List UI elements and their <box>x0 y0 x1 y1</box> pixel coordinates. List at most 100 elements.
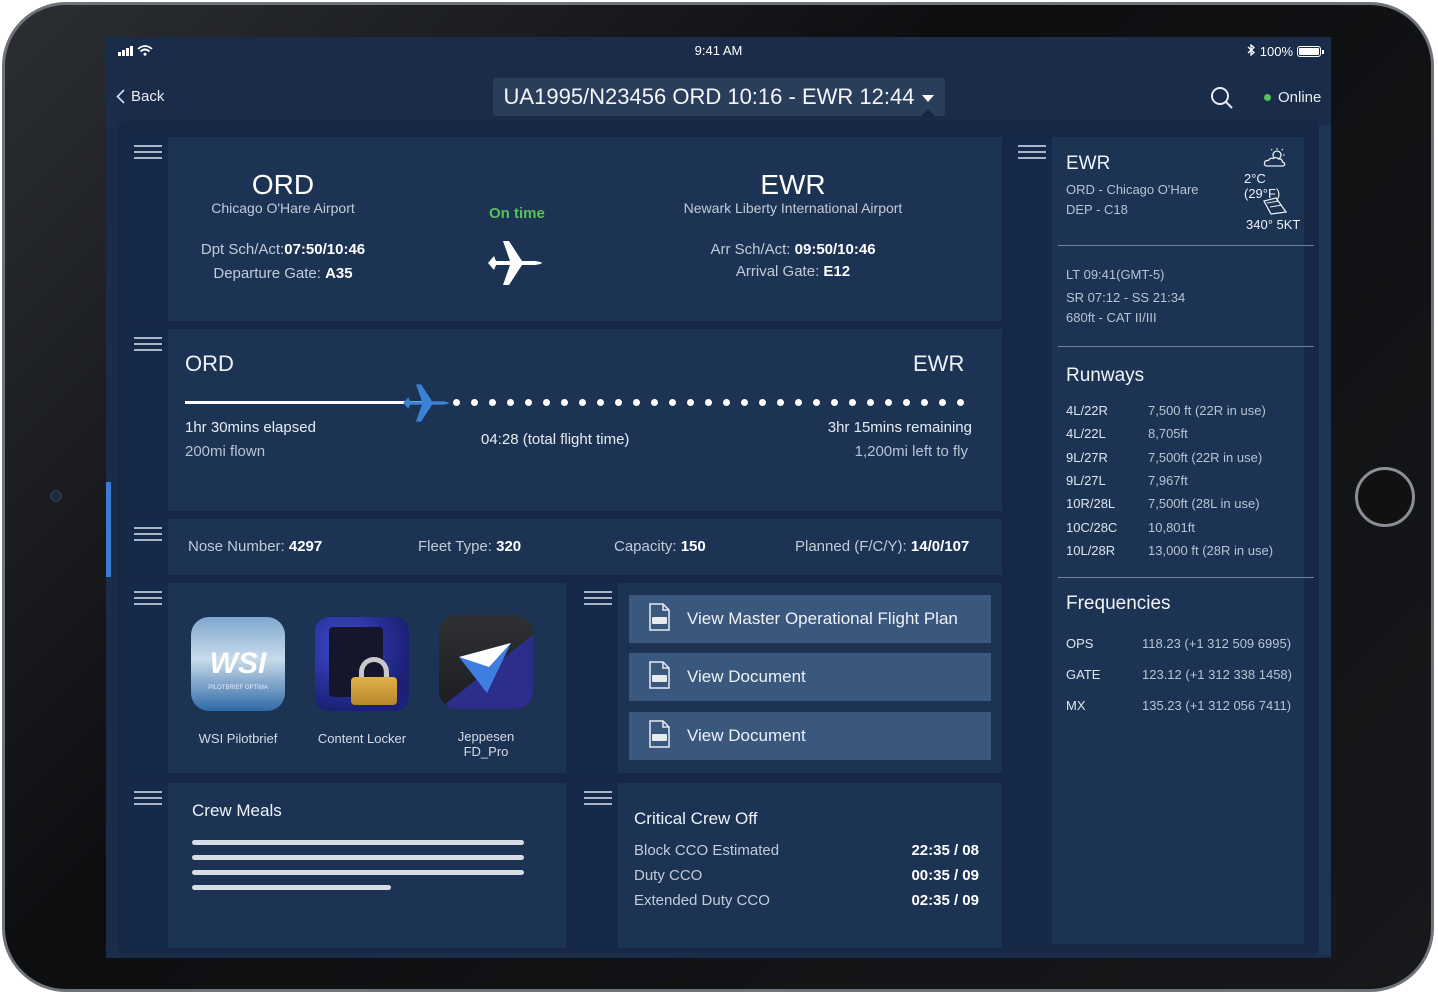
bluetooth-icon <box>1247 43 1256 59</box>
runway-row: 4L/22R 7,500 ft (22R in use) <box>1066 403 1266 418</box>
arrival-times: Arr Sch/Act: 09:50/10:46 <box>673 241 913 258</box>
capacity: Capacity: 150 <box>614 538 706 555</box>
frequency-info: 123.12 (+1 312 338 1458) <box>1142 667 1292 682</box>
back-button[interactable]: Back <box>116 88 164 105</box>
progress-dot <box>704 399 712 406</box>
runway-name: 9L/27R <box>1066 449 1108 465</box>
arr-label: Arr Sch/Act: <box>710 241 791 258</box>
drag-handle[interactable] <box>128 519 168 575</box>
grip-icon <box>134 591 162 605</box>
runways-title: Runways <box>1066 365 1145 386</box>
route-card: ORD Chicago O'Hare Airport Dpt Sch/Act:0… <box>128 137 1002 321</box>
crew-row-value: 02:35 / 09 <box>911 892 979 909</box>
drag-handle[interactable] <box>128 583 168 773</box>
popover-arrow <box>918 109 938 119</box>
critical-crew-card: Critical Crew Off Block CCO Estimated 22:… <box>578 783 1002 948</box>
progress-dot <box>812 399 820 406</box>
runway-info: 10,801ft <box>1148 519 1195 535</box>
grip-icon <box>134 337 162 351</box>
drag-handle[interactable] <box>1012 137 1052 944</box>
runway-name: 10L/28R <box>1066 542 1116 558</box>
grip-icon <box>584 791 612 805</box>
dep-label: Dpt Sch/Act: <box>200 241 285 258</box>
runway-info: 7,500 ft (22R in use) <box>1148 403 1266 418</box>
grip-icon <box>134 145 162 159</box>
arr-value: 09:50/10:46 <box>794 241 876 258</box>
progress-dot <box>650 399 658 406</box>
fleet-type: Fleet Type: 320 <box>418 538 521 555</box>
crew-row: Extended Duty CCO 02:35 / 09 <box>634 892 979 909</box>
runway-info: 13,000 ft (28R in use) <box>1148 542 1274 558</box>
critical-crew-title: Critical Crew Off <box>634 809 758 828</box>
apps-card: WSI PILOTBRIEF OPTIMA WSI Pilotbrief Con… <box>128 583 566 773</box>
app-wsi-pilotbrief[interactable]: WSI PILOTBRIEF OPTIMA WSI Pilotbrief <box>190 617 286 746</box>
jeppesen-icon <box>439 615 533 709</box>
progress-dot <box>830 399 838 406</box>
planned-seats: Planned (F/C/Y): 14/0/107 <box>795 538 969 555</box>
runway-row: 10R/28L 7,500ft (28L in use) <box>1066 496 1260 511</box>
progress-dot <box>506 399 514 406</box>
runway-name: 10C/28C <box>1066 519 1118 535</box>
progress-dot <box>578 399 586 406</box>
runway-name: 10R/28L <box>1066 496 1116 512</box>
crew-row: Duty CCO 00:35 / 09 <box>634 867 979 884</box>
flight-status: On time <box>489 205 545 222</box>
progress-airplane-icon <box>401 381 453 430</box>
progress-bar-remaining <box>452 399 964 406</box>
progress-dot <box>902 399 910 406</box>
view-document-button[interactable]: View Document <box>629 653 991 701</box>
pdf-icon <box>648 719 670 753</box>
type-value: 320 <box>496 538 522 555</box>
weather-airport-code: EWR <box>1066 153 1111 174</box>
pdf-icon <box>648 602 670 636</box>
frequency-name: GATE <box>1066 667 1101 682</box>
drag-handle[interactable] <box>578 583 618 773</box>
runway-row: 10C/28C 10,801ft <box>1066 520 1195 535</box>
lock-icon <box>315 617 409 711</box>
divider <box>1058 346 1314 347</box>
drag-handle[interactable] <box>128 783 168 948</box>
nose-number: Nose Number: 4297 <box>188 538 322 555</box>
destination-name: Newark Liberty International Airport <box>683 200 903 216</box>
nose-label: Nose Number: <box>188 538 285 555</box>
progress-dot <box>758 399 766 406</box>
progress-dot <box>956 399 964 406</box>
meal-line <box>192 840 524 845</box>
progress-dot <box>488 399 496 406</box>
crew-row-value: 22:35 / 08 <box>911 842 979 859</box>
progress-dot <box>884 399 892 406</box>
total-time: 04:28 (total flight time) <box>481 431 630 448</box>
wsi-logo-text: WSI <box>209 647 267 680</box>
drag-handle[interactable] <box>578 783 618 948</box>
grip-icon <box>1018 145 1046 159</box>
origin-code: ORD <box>251 169 315 200</box>
plan-value: 14/0/107 <box>910 538 970 555</box>
divider <box>1058 245 1314 246</box>
doc-label: View Document <box>687 726 806 745</box>
view-mofp-button[interactable]: View Master Operational Flight Plan <box>629 595 991 643</box>
flight-selector[interactable]: UA1995/N23456 ORD 10:16 - EWR 12:44 <box>493 78 945 116</box>
app-content-locker[interactable]: Content Locker <box>314 617 410 746</box>
meal-line <box>192 885 391 890</box>
arrival-gate: Arrival Gate: E12 <box>673 263 913 280</box>
drag-handle[interactable] <box>128 137 168 321</box>
frequency-row: MX 135.23 (+1 312 056 7411) <box>1066 698 1291 713</box>
drag-handle[interactable] <box>128 329 168 511</box>
doc-label: View Master Operational Flight Plan <box>687 609 958 628</box>
progress-dot <box>848 399 856 406</box>
progress-dot <box>722 399 730 406</box>
back-label: Back <box>131 88 165 105</box>
frequencies-title: Frequencies <box>1066 593 1171 614</box>
pdf-icon <box>648 660 670 694</box>
dgate-value: A35 <box>325 265 353 282</box>
crew-row-label: Block CCO Estimated <box>634 842 780 859</box>
app-jeppesen-fd-pro[interactable]: Jeppesen FD_Pro <box>438 615 534 759</box>
nose-value: 4297 <box>288 538 323 555</box>
home-button[interactable] <box>1355 467 1415 527</box>
search-button[interactable] <box>1210 86 1234 115</box>
view-document-button[interactable]: View Document <box>629 712 991 760</box>
runway-name: 4L/22L <box>1066 426 1106 442</box>
frequency-info: 135.23 (+1 312 056 7411) <box>1142 698 1292 713</box>
crew-meals-title: Crew Meals <box>192 801 282 820</box>
runway-name: 9L/27L <box>1066 472 1106 488</box>
